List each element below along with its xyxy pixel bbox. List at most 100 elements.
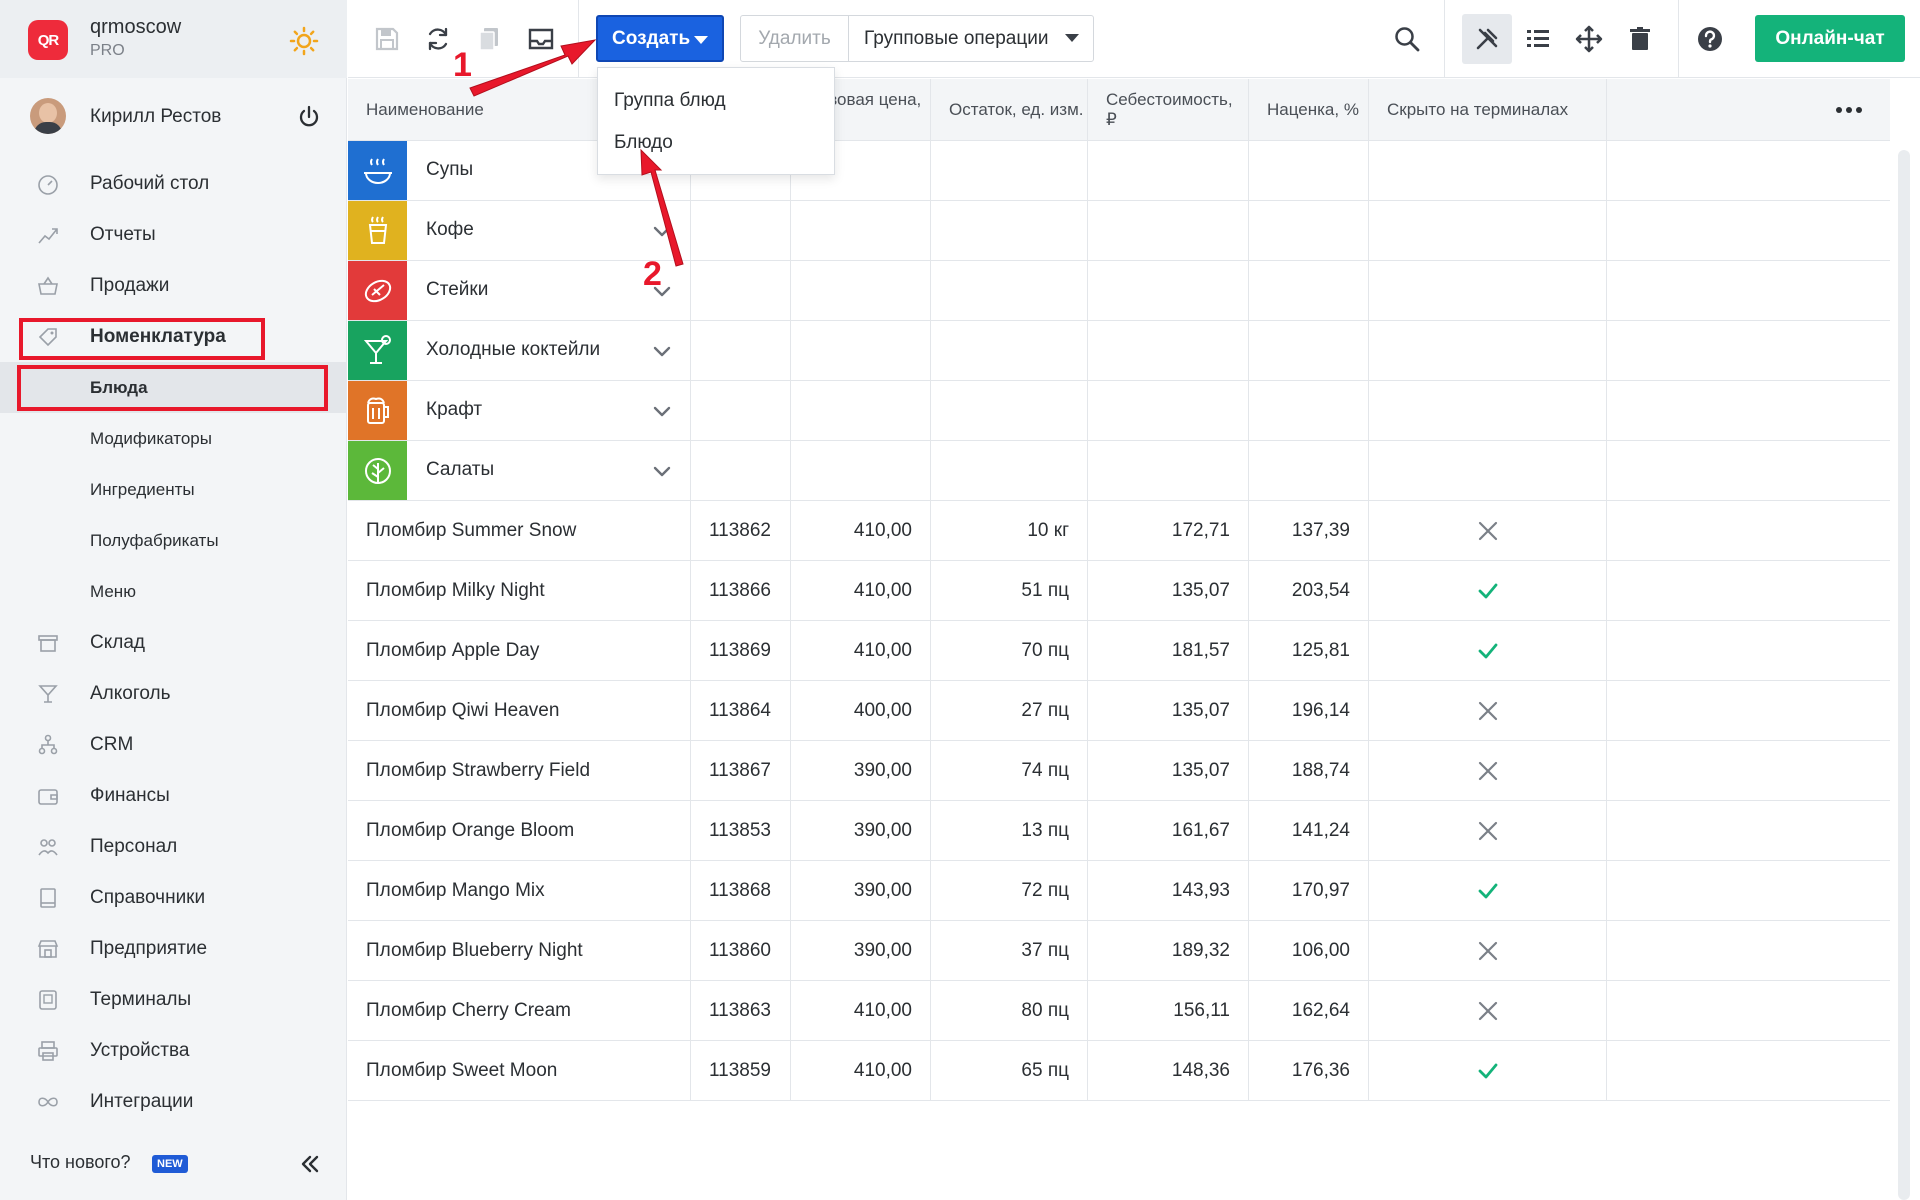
group-row[interactable]: Холодные коктейли <box>348 321 1890 381</box>
table-cell <box>691 261 791 320</box>
chevron-down-icon[interactable] <box>652 461 672 481</box>
group-row[interactable]: Кофе <box>348 201 1890 261</box>
sidebar-item[interactable]: Рабочий стол <box>0 158 347 209</box>
help-icon[interactable] <box>1695 24 1725 54</box>
sidebar-item[interactable]: Алкоголь <box>0 668 347 719</box>
sidebar-item[interactable]: Персонал <box>0 821 347 872</box>
hidden-on-terminals-cell[interactable] <box>1369 501 1607 560</box>
group-name: Кофе <box>426 219 474 240</box>
delete-button[interactable]: Удалить <box>741 16 849 61</box>
sidebar-item[interactable]: Устройства <box>0 1025 347 1076</box>
hidden-on-terminals-cell[interactable] <box>1369 861 1607 920</box>
table-row[interactable]: Пломбир Apple Day 113869 410,00 70 пц 181,57… <box>348 621 1890 681</box>
save-icon[interactable] <box>372 24 402 54</box>
sidebar-nav: Рабочий стол Отчеты Продажи Номенклатура Блю… <box>0 158 347 1127</box>
table-row[interactable]: Пломбир Sweet Moon 113859 410,00 65 пц 148,3… <box>348 1041 1890 1101</box>
sidebar-item[interactable]: Предприятие <box>0 923 347 974</box>
column-header[interactable]: Скрыто на терминалах <box>1369 79 1607 141</box>
base-price-cell: 390,00 <box>791 861 931 920</box>
hidden-on-terminals-cell[interactable] <box>1369 801 1607 860</box>
toolbar: Создать Удалить Групповые операции Онлай… <box>348 0 1920 78</box>
chevron-down-icon[interactable] <box>652 401 672 421</box>
list-view-icon[interactable] <box>1523 24 1553 54</box>
user-name: Кирилл Рестов <box>90 106 222 127</box>
sidebar-item[interactable]: Продажи <box>0 260 347 311</box>
hidden-on-terminals-cell[interactable] <box>1369 621 1607 680</box>
column-header[interactable]: Остаток, ед. изм. <box>931 79 1088 141</box>
table-cell <box>1249 141 1369 200</box>
hidden-on-terminals-cell[interactable] <box>1369 561 1607 620</box>
sidebar-item-label: Отчеты <box>90 223 156 245</box>
table-row[interactable]: Пломбир Qiwi Heaven 113864 400,00 27 пц 135,… <box>348 681 1890 741</box>
table-row[interactable]: Пломбир Summer Snow 113862 410,00 10 кг 172,… <box>348 501 1890 561</box>
table-row[interactable]: Пломбир Milky Night 113866 410,00 51 пц 135,… <box>348 561 1890 621</box>
power-icon[interactable] <box>296 104 322 130</box>
group-row[interactable]: Супы <box>348 141 1890 201</box>
base-price-cell: 390,00 <box>791 921 931 980</box>
sidebar-item[interactable]: Финансы <box>0 770 347 821</box>
sun-icon[interactable] <box>289 26 319 56</box>
trash-icon[interactable] <box>1625 24 1655 54</box>
sidebar-item[interactable]: Интеграции <box>0 1076 347 1127</box>
chevron-down-icon[interactable] <box>652 341 672 361</box>
table-cell <box>1088 381 1249 440</box>
markup-percent-cell: 170,97 <box>1249 861 1369 920</box>
table-cell <box>1249 201 1369 260</box>
avatar <box>30 98 66 134</box>
dish-name-cell: Пломбир Mango Mix <box>348 861 691 920</box>
table-cell <box>691 381 791 440</box>
sidebar-item[interactable]: Меню <box>0 566 347 617</box>
inbox-icon[interactable] <box>526 24 556 54</box>
group-name: Супы <box>426 159 474 180</box>
brand-logo[interactable]: QR <box>28 20 68 60</box>
book-icon <box>40 888 56 908</box>
hidden-on-terminals-cell[interactable] <box>1369 1041 1607 1100</box>
column-header[interactable]: Наценка, % <box>1249 79 1369 141</box>
cross-icon <box>1478 521 1497 540</box>
move-icon[interactable] <box>1574 24 1604 54</box>
sidebar-item[interactable]: Отчеты <box>0 209 347 260</box>
group-row[interactable]: Крафт <box>348 381 1890 441</box>
people-icon <box>38 839 58 856</box>
sidebar-item-label: Персонал <box>90 835 178 857</box>
group-row[interactable]: Стейки <box>348 261 1890 321</box>
table-row[interactable]: Пломбир Blueberry Night 113860 390,00 37 пц… <box>348 921 1890 981</box>
sidebar-item[interactable]: Модификаторы <box>0 413 347 464</box>
group-row[interactable]: Салаты <box>348 441 1890 501</box>
stock-amount-cell: 51 пц <box>931 561 1088 620</box>
search-icon[interactable] <box>1392 24 1422 54</box>
table-row[interactable]: Пломбир Mango Mix 113868 390,00 72 пц 143,93… <box>348 861 1890 921</box>
more-options-icon[interactable] <box>1834 100 1864 120</box>
tools-icon[interactable] <box>1472 24 1502 54</box>
sidebar-item[interactable]: CRM <box>0 719 347 770</box>
create-button-label: Создать <box>612 27 691 49</box>
sidebar-item[interactable]: Ингредиенты <box>0 464 347 515</box>
sidebar-item[interactable]: Терминалы <box>0 974 347 1025</box>
refresh-icon[interactable] <box>423 24 453 54</box>
dish-code-cell: 113868 <box>691 861 791 920</box>
user-profile[interactable]: Кирилл Рестов <box>0 94 347 140</box>
hidden-on-terminals-cell[interactable] <box>1369 681 1607 740</box>
collapse-sidebar-icon[interactable] <box>298 1152 322 1176</box>
hidden-on-terminals-cell[interactable] <box>1369 981 1607 1040</box>
table-row[interactable]: Пломбир Strawberry Field 113867 390,00 74 п… <box>348 741 1890 801</box>
copy-icon[interactable] <box>474 24 504 54</box>
sidebar-item[interactable]: Склад <box>0 617 347 668</box>
sidebar-item[interactable]: Полуфабрикаты <box>0 515 347 566</box>
hidden-on-terminals-cell[interactable] <box>1369 921 1607 980</box>
vertical-scrollbar[interactable] <box>1898 150 1910 1200</box>
online-chat-button[interactable]: Онлайн-чат <box>1755 15 1905 62</box>
sidebar-item[interactable]: Справочники <box>0 872 347 923</box>
whats-new-link[interactable]: Что нового? <box>30 1152 131 1173</box>
cost-price-cell: 143,93 <box>1088 861 1249 920</box>
table-row[interactable]: Пломбир Cherry Cream 113863 410,00 80 пц 156… <box>348 981 1890 1041</box>
hidden-on-terminals-cell[interactable] <box>1369 741 1607 800</box>
chevron-down-icon[interactable] <box>652 221 672 241</box>
menu-item-dish[interactable]: Блюдо <box>614 132 673 154</box>
toolbar-divider <box>1444 0 1445 78</box>
table-row[interactable]: Пломбир Orange Bloom 113853 390,00 13 пц 161… <box>348 801 1890 861</box>
bulk-operations-button[interactable]: Групповые операции <box>849 16 1093 61</box>
menu-item-dish-group[interactable]: Группа блюд <box>614 90 726 112</box>
column-header[interactable]: Себестоимость, ₽ <box>1088 79 1249 141</box>
create-button[interactable]: Создать <box>596 15 724 62</box>
